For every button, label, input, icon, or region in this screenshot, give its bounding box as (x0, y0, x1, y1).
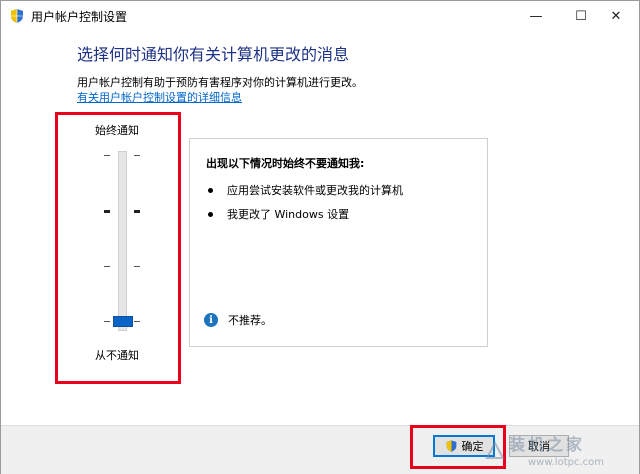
title-bar[interactable]: 用户帐户控制设置 — ☐ ✕ (1, 1, 639, 31)
recommendation-note: i 不推荐。 (204, 312, 272, 328)
details-link[interactable]: 有关用户帐户控制设置的详细信息 (77, 89, 242, 105)
slider-tick (104, 155, 110, 156)
slider-tick (104, 266, 110, 267)
uac-shield-icon (11, 9, 23, 23)
slider-tick (134, 210, 140, 213)
slider-tick (134, 155, 140, 156)
window-title: 用户帐户控制设置 (31, 10, 128, 24)
description-panel: 出现以下情况时始终不要通知我: 应用尝试安装软件或更改我的计算机 我更改了 Wi… (189, 138, 488, 347)
list-item: 应用尝试安装软件或更改我的计算机 (208, 182, 403, 198)
description-text: 用户帐户控制有助于预防有害程序对你的计算机进行更改。 (77, 76, 363, 89)
minimize-button[interactable]: — (513, 1, 559, 31)
slider-bottom-label: 从不通知 (95, 349, 139, 362)
watermark-logo-icon (485, 441, 505, 459)
watermark-url: www.lotpc.com (528, 457, 604, 468)
slider-tick (134, 266, 140, 267)
list-item-text: 我更改了 Windows 设置 (227, 208, 350, 221)
slider-top-label: 始终通知 (95, 124, 139, 137)
ok-button-label: 确定 (461, 440, 484, 453)
uac-settings-window: 用户帐户控制设置 — ☐ ✕ 选择何时通知你有关计算机更改的消息 用户帐户控制有… (0, 0, 640, 474)
list-item-text: 应用尝试安装软件或更改我的计算机 (227, 184, 403, 197)
slider-tick (104, 321, 110, 322)
bullet-icon (208, 187, 213, 193)
close-button[interactable]: ✕ (593, 1, 639, 31)
watermark-text: 装机之家 (509, 435, 586, 454)
info-icon: i (204, 313, 218, 327)
page-heading: 选择何时通知你有关计算机更改的消息 (77, 45, 350, 64)
bullet-icon (208, 211, 213, 217)
slider-thumb[interactable] (113, 316, 133, 327)
uac-shield-icon (446, 440, 456, 452)
slider-tick (134, 321, 140, 322)
note-text: 不推荐。 (228, 314, 272, 327)
list-item: 我更改了 Windows 设置 (208, 206, 349, 222)
slider-track[interactable] (118, 151, 127, 331)
slider-tick (104, 210, 110, 213)
panel-title: 出现以下情况时始终不要通知我: (206, 157, 365, 170)
